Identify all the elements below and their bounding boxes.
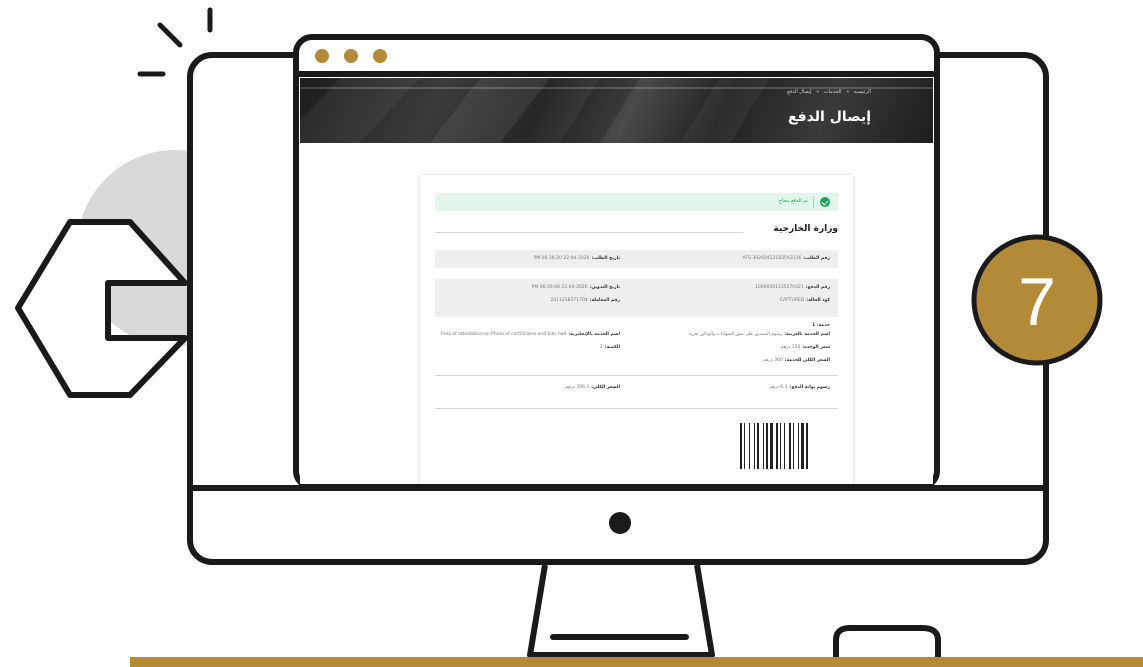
ground-line — [130, 657, 1143, 667]
breadcrumb-separator: » — [816, 89, 820, 95]
window-dot-icon — [344, 49, 358, 63]
barcode-bar — [744, 423, 746, 469]
barcode-bar — [793, 423, 795, 469]
quantity: الكمية:2 — [599, 345, 620, 350]
page-title: إيصال الدفع — [787, 109, 871, 125]
transaction-number: رقم المعاملة:2011218371704 — [550, 298, 621, 303]
request-date: تاريخ الطلب:2026-04-22 06:36:20 PM — [533, 256, 620, 261]
divider — [435, 232, 743, 233]
barcode-bar — [775, 423, 778, 469]
breadcrumb-separator: » — [846, 89, 850, 95]
barcode-bar — [800, 423, 804, 469]
page-hero: الرئيسية » الخدمات » إيصال الدفع إيصال ا… — [300, 78, 933, 143]
barcode-bar — [770, 423, 774, 469]
window-dot-icon — [315, 49, 329, 63]
ministry-name: وزارة الخارجية — [773, 224, 838, 234]
breadcrumb-home[interactable]: الرئيسية — [854, 89, 871, 95]
barcode-bar — [763, 423, 764, 469]
barcode-bar — [766, 423, 769, 469]
service-total: السعر الكلي للخدمة:300 درهم — [763, 358, 830, 363]
payment-number: رقم الدفع:10000001135570421 — [755, 285, 830, 290]
monitor-stand — [527, 564, 715, 658]
request-info-band: رقم الطلب:ATS-302604221835A3336 تاريخ ال… — [435, 250, 838, 268]
barcode-bar — [806, 423, 808, 469]
barcode — [740, 423, 824, 469]
window-dot-icon — [373, 49, 387, 63]
barcode-bar — [749, 423, 751, 469]
barcode-bar — [756, 423, 759, 469]
success-alert: تم الدفع بنجاح — [435, 193, 838, 211]
divider — [435, 408, 838, 409]
payment-info-band: رقم الدفع:10000001135570421 تاريخ التدوي… — [435, 279, 838, 317]
browser-viewport: الرئيسية » الخدمات » إيصال الدفع إيصال ا… — [300, 78, 933, 484]
record-date: تاريخ التدوين:2026-04-22 06:36:08 PM — [531, 285, 620, 290]
barcode-bar — [753, 423, 755, 469]
barcode-bar — [784, 423, 785, 469]
grand-total: السعر الكلي:306.3 درهم — [565, 385, 620, 390]
service-name-en: اسم الخدمة بالإنجليزية:Fees of attestati… — [440, 332, 620, 337]
breadcrumb-services[interactable]: الخدمات — [824, 89, 842, 95]
power-button — [609, 512, 631, 534]
barcode-bar — [779, 423, 781, 469]
unit-price: سعر الوحدة:150 درهم — [780, 345, 830, 350]
divider — [435, 375, 838, 376]
step-number: 7 — [1018, 264, 1056, 340]
mouse — [833, 625, 941, 660]
request-number: رقم الطلب:ATS-302604221835A3336 — [742, 256, 830, 261]
barcode-bar — [740, 423, 742, 469]
gateway-fees: رسوم بوابة الدفع:6.3 درهم — [769, 385, 830, 390]
receipt-card: تم الدفع بنجاح وزارة الخارجية رقم الطلب:… — [420, 175, 853, 484]
barcode-bar — [789, 423, 792, 469]
service-name-ar: اسم الخدمة بالعربية:رسوم التصديق على صور… — [688, 332, 830, 337]
breadcrumb: الرئيسية » الخدمات » إيصال الدفع — [784, 89, 871, 95]
success-message: تم الدفع بنجاح — [778, 198, 808, 204]
breadcrumb-current: إيصال الدفع — [787, 89, 812, 95]
alert-divider — [813, 196, 814, 208]
status-code: كود الحالة:CAPTURED — [779, 298, 830, 303]
check-circle-icon — [820, 197, 830, 207]
barcode-bar — [797, 423, 799, 469]
service-heading: خدمة: 1 — [812, 323, 830, 328]
